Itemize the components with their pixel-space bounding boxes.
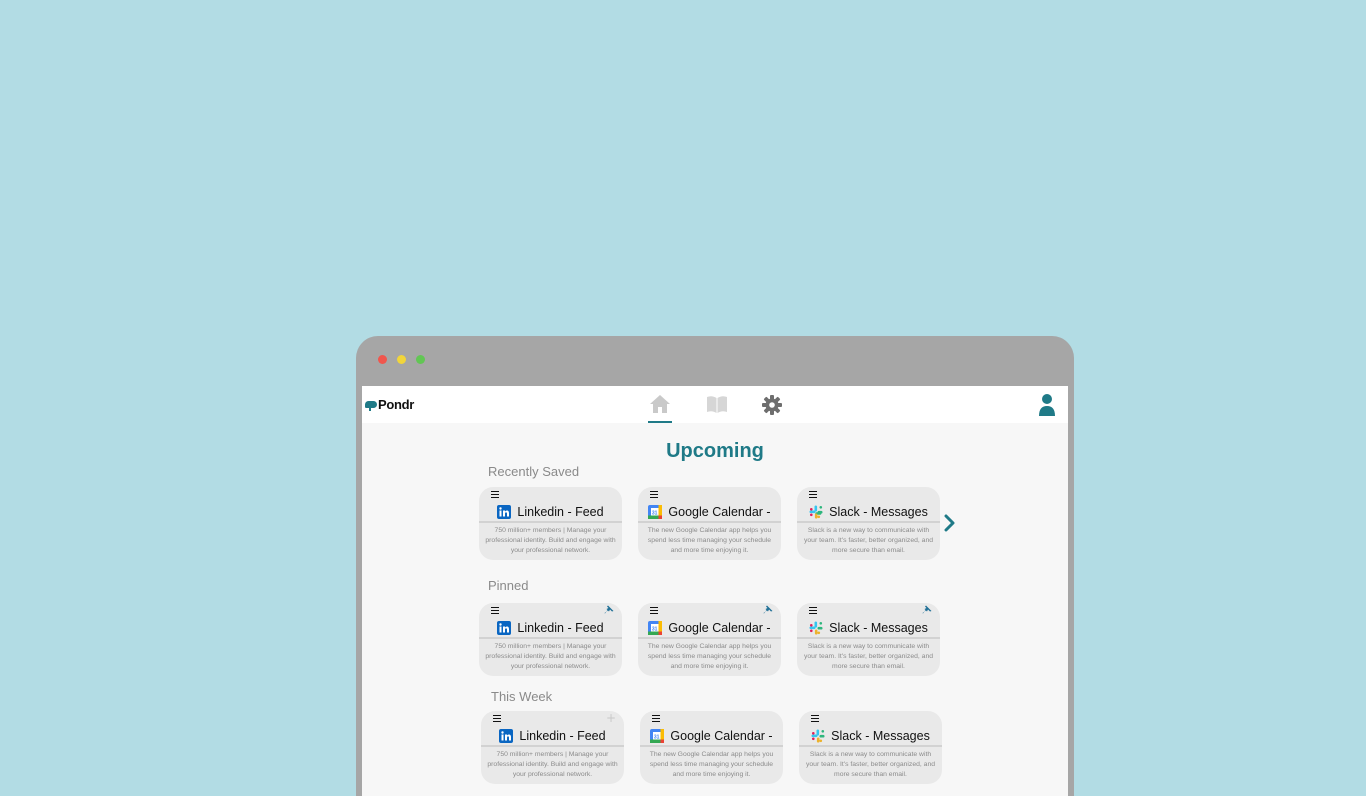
user-icon[interactable] [1038,393,1056,417]
card-description: The new Google Calendar app helps you sp… [649,751,774,778]
google-calendar-icon: 31 [648,620,663,635]
logo-text: Pondr [378,396,415,412]
card-google-calendar-recent[interactable]: 31 Google Calendar - The new Google Cale… [638,487,781,560]
card-description: The new Google Calendar app helps you sp… [647,527,772,554]
card-title: Slack - Messages [829,504,928,519]
svg-text:31: 31 [652,626,658,632]
chevron-right-icon[interactable] [944,514,956,532]
pin-icon[interactable] [604,605,614,615]
card-google-calendar-pinned[interactable]: 31 Google Calendar - The new Google Cale… [638,603,781,676]
top-navbar: Pondr [362,386,1068,423]
card-slack-week[interactable]: Slack - Messages Slack is a new way to c… [799,711,942,784]
section-label-pinned: Pinned [488,578,529,593]
card-description: Slack is a new way to communicate with y… [806,751,935,778]
logo-mark-icon [365,400,377,411]
menu-icon[interactable] [809,607,817,615]
card-description: 750 million+ members | Manage your profe… [487,751,618,778]
card-title: Google Calendar - [670,728,773,743]
minimize-window-button[interactable] [397,355,406,364]
menu-icon[interactable] [650,607,658,615]
menu-icon[interactable] [650,491,658,499]
slack-icon [809,621,823,634]
card-linkedin-pinned[interactable]: Linkedin - Feed 750 million+ members | M… [479,603,622,676]
card-header: 31 Google Calendar - [638,618,781,639]
card-title: Slack - Messages [831,728,930,743]
menu-icon[interactable] [811,715,819,723]
linkedin-icon [497,620,512,635]
section-label-recently-saved: Recently Saved [488,464,580,479]
slack-icon [809,505,823,518]
card-slack-pinned[interactable]: Slack - Messages Slack is a new way to c… [797,603,940,676]
card-slack-recent[interactable]: Slack - Messages Slack is a new way to c… [797,487,940,560]
browser-window: Pondr Upcoming Recently Saved Linkedin -… [356,336,1074,796]
card-header: Linkedin - Feed [481,726,624,747]
add-button[interactable]: + [606,711,616,725]
close-window-button[interactable] [378,355,387,364]
menu-icon[interactable] [652,715,660,723]
card-header: Linkedin - Feed [479,618,622,639]
menu-icon[interactable] [491,491,499,499]
card-header: 31 Google Calendar - [638,502,781,523]
book-icon[interactable] [705,393,729,415]
active-tab-indicator [648,421,672,423]
section-label-this-week: This Week [491,689,553,704]
card-header: Slack - Messages [797,618,940,639]
card-title: Google Calendar - [668,620,771,635]
card-google-calendar-week[interactable]: 31 Google Calendar - The new Google Cale… [640,711,783,784]
card-linkedin-week[interactable]: + Linkedin - Feed 750 million+ members |… [481,711,624,784]
card-description: 750 million+ members | Manage your profe… [485,527,616,554]
svg-text:31: 31 [654,734,660,740]
card-header: Slack - Messages [797,502,940,523]
card-description: The new Google Calendar app helps you sp… [647,643,772,670]
maximize-window-button[interactable] [416,355,425,364]
pondr-logo[interactable]: Pondr [365,396,414,412]
card-description: Slack is a new way to communicate with y… [804,527,933,554]
menu-icon[interactable] [809,491,817,499]
card-title: Google Calendar - [668,504,771,519]
pin-icon[interactable] [922,605,932,615]
card-description: Slack is a new way to communicate with y… [804,643,933,670]
page-title: Upcoming [666,440,764,462]
svg-text:31: 31 [652,510,658,516]
card-description: 750 million+ members | Manage your profe… [485,643,616,670]
card-title: Linkedin - Feed [519,728,606,743]
home-icon[interactable] [648,393,672,415]
card-header: Linkedin - Feed [479,502,622,523]
pin-icon[interactable] [763,605,773,615]
google-calendar-icon: 31 [650,728,665,743]
menu-icon[interactable] [493,715,501,723]
card-title: Slack - Messages [829,620,928,635]
card-header: 31 Google Calendar - [640,726,783,747]
gear-icon[interactable] [761,394,783,416]
card-linkedin-recent[interactable]: Linkedin - Feed 750 million+ members | M… [479,487,622,560]
menu-icon[interactable] [491,607,499,615]
google-calendar-icon: 31 [648,504,663,519]
card-title: Linkedin - Feed [517,620,604,635]
card-header: Slack - Messages [799,726,942,747]
linkedin-icon [499,728,514,743]
linkedin-icon [497,504,512,519]
app-screen: Pondr Upcoming Recently Saved Linkedin -… [362,386,1068,796]
card-title: Linkedin - Feed [517,504,604,519]
slack-icon [811,729,825,742]
